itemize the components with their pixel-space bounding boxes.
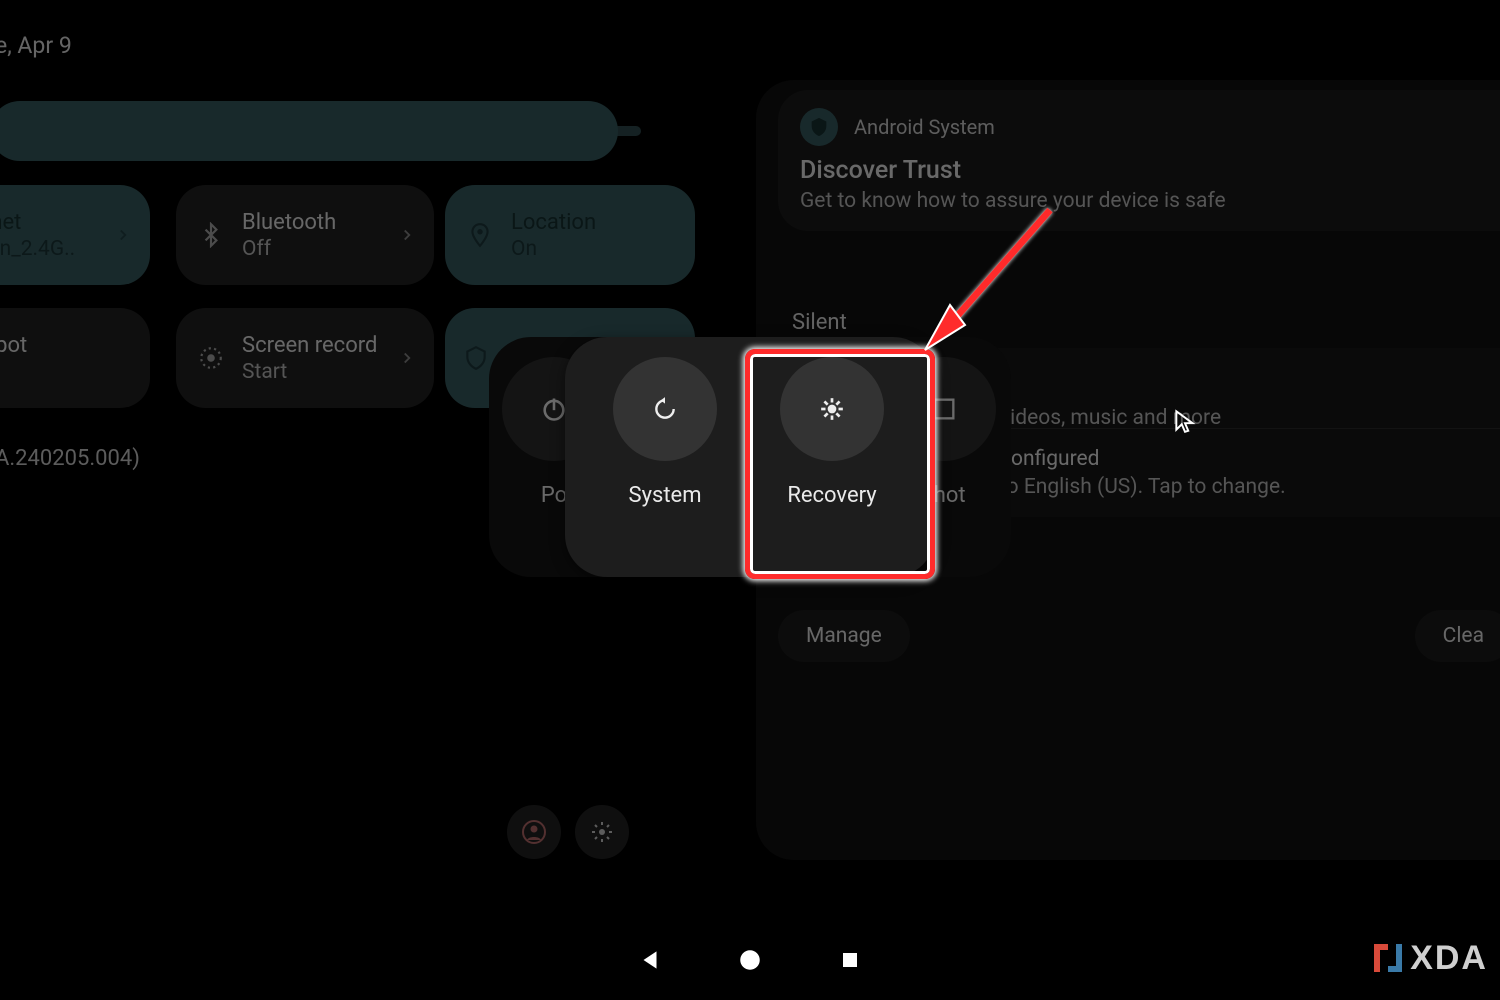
chevron-right-icon	[114, 226, 132, 244]
restart-icon	[652, 396, 678, 422]
user-switcher-button[interactable]	[507, 805, 561, 859]
qs-tile-label: Location	[511, 210, 596, 235]
qs-tile-sub: arion_2.4G..	[0, 237, 75, 261]
restart-system-button[interactable]: System	[590, 357, 740, 508]
restart-recovery-button[interactable]: Recovery	[757, 357, 907, 508]
nav-back-button[interactable]	[635, 945, 665, 975]
bluetooth-icon	[198, 222, 224, 248]
notification-body: Get to know how to assure your device is…	[800, 189, 1484, 213]
xda-text: XDA	[1410, 939, 1488, 978]
notification-trust[interactable]: Android System Discover Trust Get to kno…	[778, 90, 1500, 231]
gear-icon	[590, 820, 614, 844]
record-icon	[198, 345, 224, 371]
shield-icon	[800, 108, 838, 146]
notification-title: Discover Trust	[800, 156, 1484, 185]
restart-submenu: System Recovery	[565, 337, 935, 577]
power-item-label: Po	[541, 483, 567, 508]
statusbar-date: e, Apr 9	[0, 32, 72, 59]
qs-tile-label: ternet	[0, 210, 75, 235]
qs-tile-sub: f	[0, 360, 27, 384]
power-icon	[540, 395, 568, 423]
silent-section-label: Silent	[792, 310, 847, 335]
chevron-right-icon	[398, 349, 416, 367]
xda-logo-icon	[1368, 938, 1408, 978]
qs-tile-label: Bluetooth	[242, 210, 336, 235]
gear-icon	[819, 396, 845, 422]
nav-recent-button[interactable]	[835, 945, 865, 975]
notification-app: Android System	[854, 115, 995, 139]
qs-tile-internet[interactable]: ternet arion_2.4G..	[0, 185, 150, 285]
chevron-right-icon	[398, 226, 416, 244]
triangle-back-icon	[637, 947, 663, 973]
qs-tile-screenrecord[interactable]: Screen record Start	[176, 308, 434, 408]
qs-tile-label: Screen record	[242, 333, 377, 358]
qs-tile-sub: On	[511, 237, 596, 261]
xda-watermark: XDA	[1368, 938, 1488, 978]
navigation-bar	[0, 945, 1500, 975]
nav-home-button[interactable]	[735, 945, 765, 975]
user-icon	[522, 820, 546, 844]
clear-button[interactable]: Clea	[1415, 610, 1500, 662]
qs-tile-bluetooth[interactable]: Bluetooth Off	[176, 185, 434, 285]
clear-label: Clea	[1443, 624, 1484, 648]
power-item-label: System	[629, 483, 702, 508]
power-item-label: Recovery	[787, 483, 876, 508]
build-number: A.240205.004)	[0, 446, 140, 471]
qs-tile-hotspot[interactable]: otspot f	[0, 308, 150, 408]
square-recent-icon	[838, 948, 862, 972]
manage-button[interactable]: Manage	[778, 610, 910, 662]
qs-tile-location[interactable]: Location On	[445, 185, 695, 285]
qs-tile-sub: Start	[242, 360, 377, 384]
qs-tile-label: otspot	[0, 333, 27, 358]
brightness-slider[interactable]	[0, 101, 618, 161]
circle-home-icon	[737, 947, 763, 973]
location-icon	[467, 222, 493, 248]
qs-tile-sub: Off	[242, 237, 336, 261]
manage-label: Manage	[806, 624, 882, 648]
settings-button[interactable]	[575, 805, 629, 859]
